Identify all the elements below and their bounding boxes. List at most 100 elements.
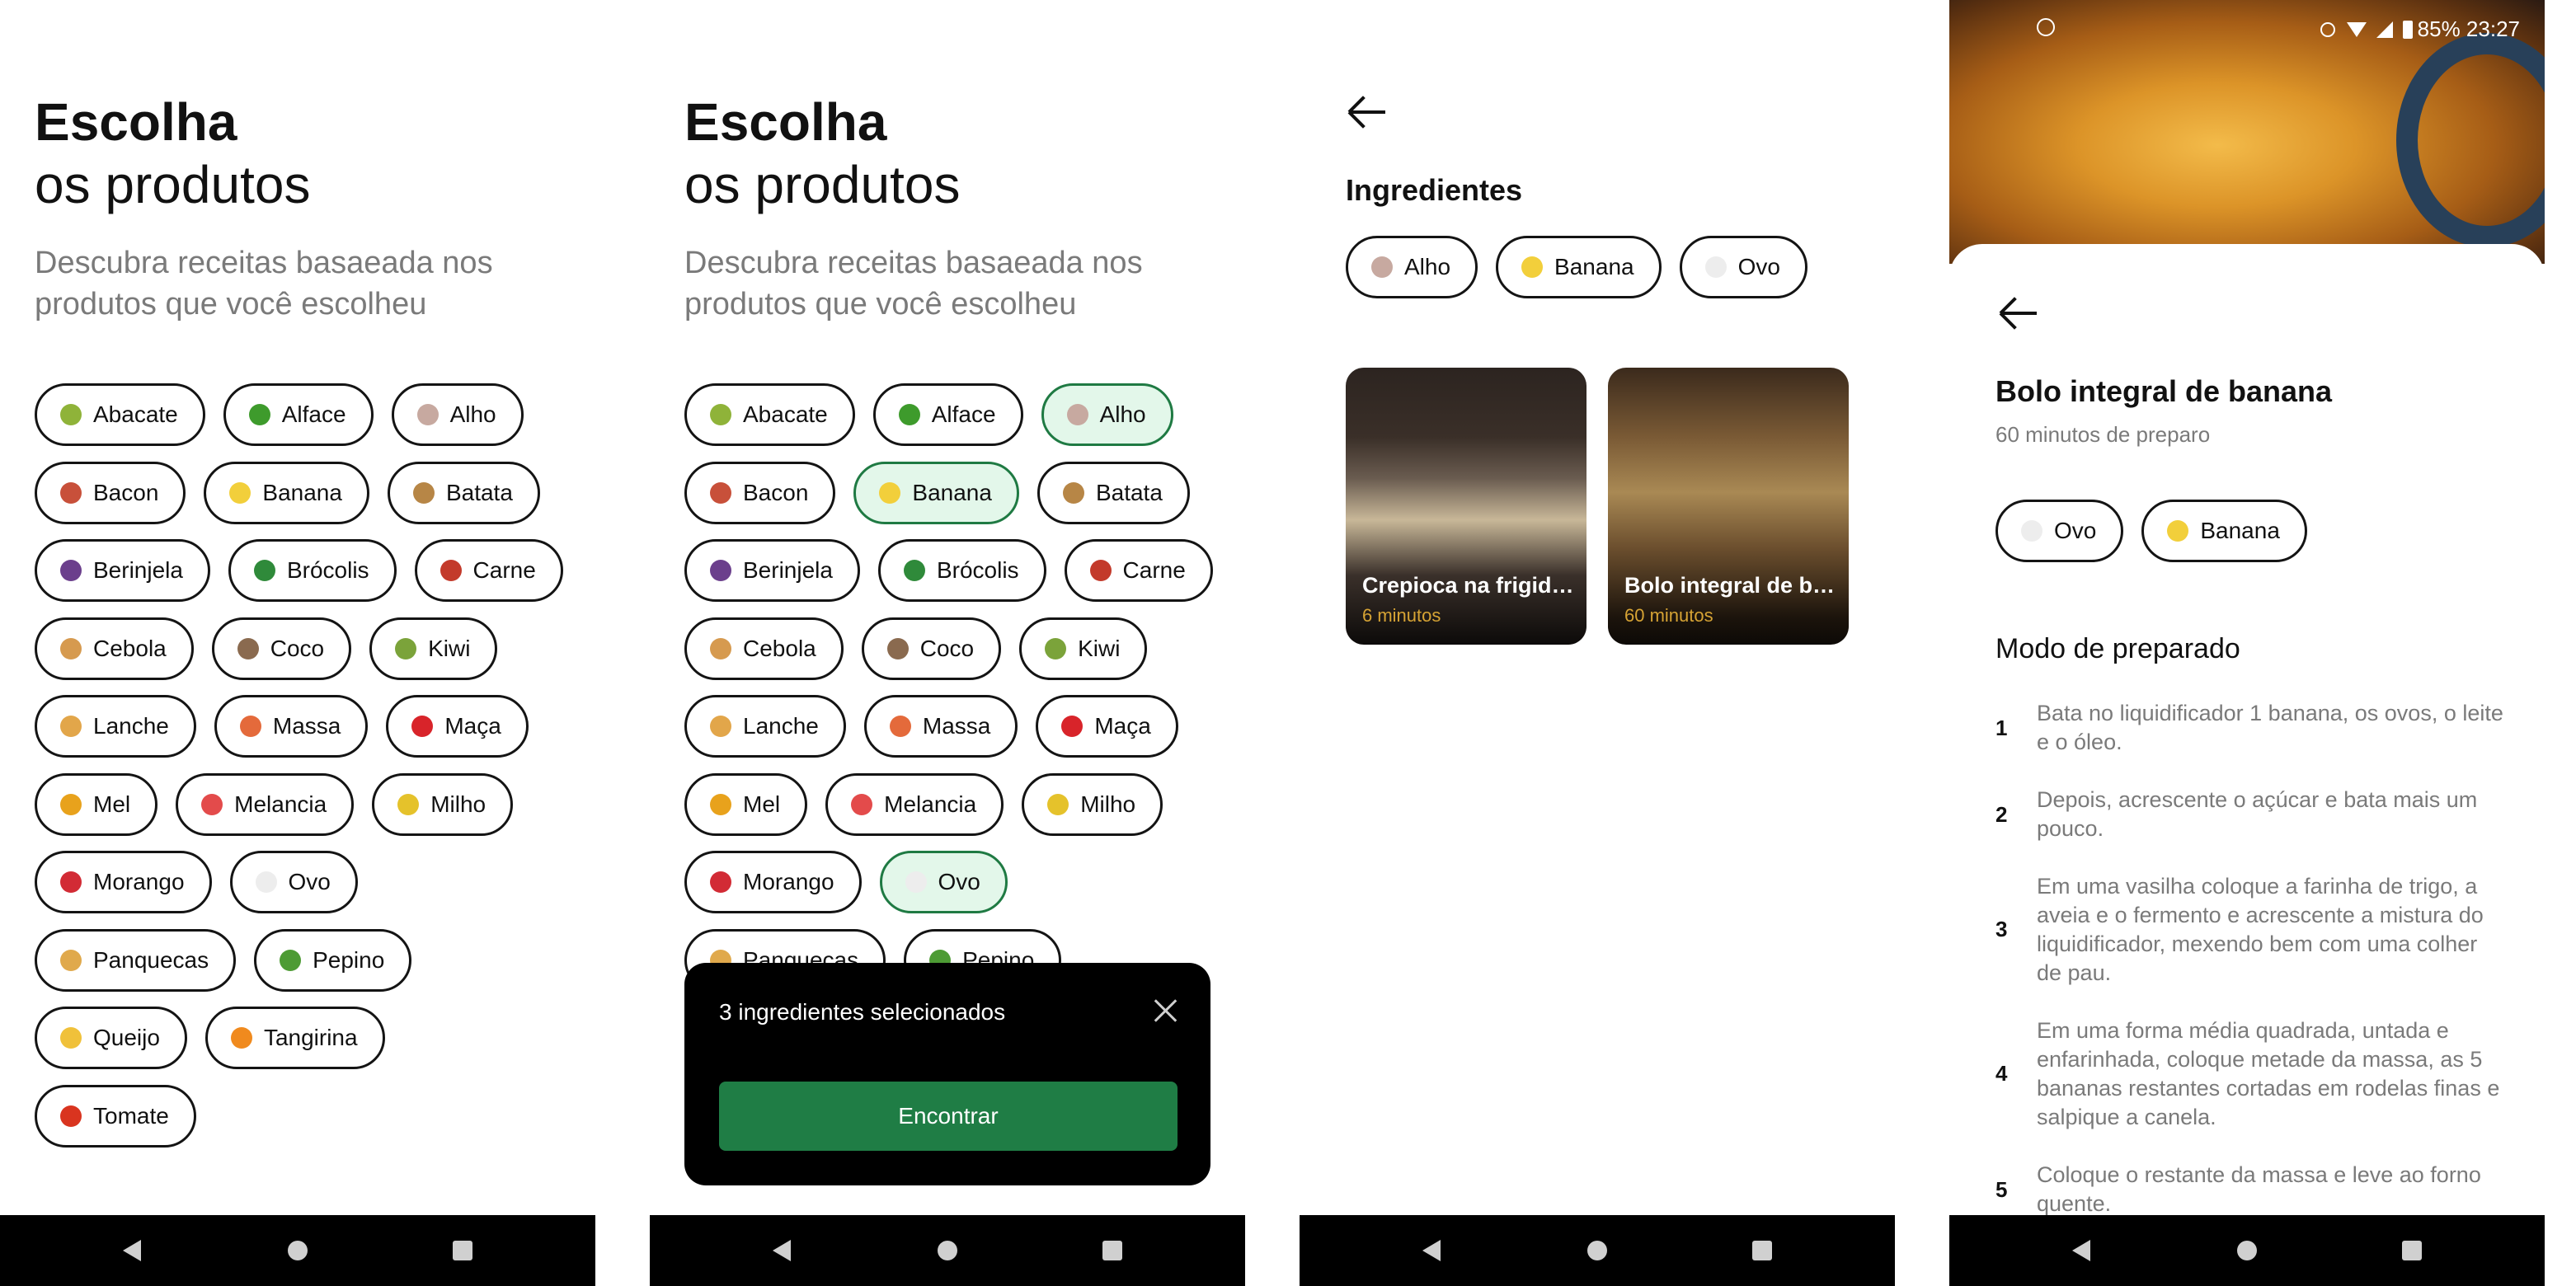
nav-recents-button[interactable] [421,1215,504,1286]
pancakes-icon [60,949,82,971]
ingredient-chip[interactable]: Alho [1041,383,1173,446]
back-arrow-icon[interactable] [1347,96,1387,129]
ingredient-chip[interactable]: Ovo [229,851,358,913]
chip-row: Abacate Alface Alho [35,383,579,446]
ingredient-chip[interactable]: Ovo [1995,500,2124,562]
nav-home-button[interactable] [1556,1215,1638,1286]
nav-home-button[interactable] [906,1215,989,1286]
ingredient-chip[interactable]: Banana [853,461,1019,524]
recipe-card[interactable]: Crepioca na frigid… 6 minutos [1346,368,1586,645]
ingredient-chip[interactable]: Ovo [879,851,1008,913]
ingredient-chip[interactable]: Alho [1346,236,1478,298]
ingredient-chip[interactable]: Berinjela [35,539,210,602]
ingredient-chip[interactable]: Morango [684,851,862,913]
ingredient-chip[interactable]: Alface [872,383,1023,446]
ingredient-chip[interactable]: Batata [1037,461,1190,524]
nav-recents-button[interactable] [1721,1215,1803,1286]
ingredient-chip[interactable]: Berinjela [684,539,860,602]
back-arrow-icon[interactable] [1999,297,2038,330]
kiwi-icon [1045,637,1067,659]
ingredient-chip[interactable]: Tangirina [204,1007,385,1069]
ingredient-chip-label: Banana [912,479,992,505]
lettuce-icon [248,404,270,425]
page-title-line1: Escolha [35,92,237,152]
sandwich-icon [710,716,731,737]
ingredient-chip[interactable]: Massa [863,695,1018,758]
ingredient-chip[interactable]: Coco [211,617,352,680]
chip-row: Bacon Banana Batata [35,461,579,524]
ingredient-chip[interactable]: Banana [204,461,369,524]
ingredient-chip[interactable]: Abacate [35,383,205,446]
ingredient-chip[interactable]: Carne [1064,539,1213,602]
home-circle-icon [938,1241,957,1260]
nav-back-button[interactable] [740,1215,823,1286]
ingredient-chip[interactable]: Queijo [35,1007,187,1069]
ingredient-chip[interactable]: Carne [414,539,563,602]
ingredient-chip[interactable]: Pepino [254,928,412,992]
ingredient-chip[interactable]: Massa [214,695,369,758]
ingredient-chip[interactable]: Mel [684,772,808,836]
nav-back-button[interactable] [91,1215,173,1286]
recipe-card-list: Crepioca na frigid… 6 minutos Bolo integ… [1346,368,1870,645]
page-title-line2: os produtos [35,155,311,214]
selected-ingredient-chips: Alho Banana Ovo [1346,236,1826,298]
kiwi-icon [395,637,417,659]
ingredient-chip[interactable]: Milho [372,772,514,836]
ingredient-chip[interactable]: Cebola [684,617,844,680]
ingredient-chip-label: Carne [472,557,536,583]
ingredient-chip[interactable]: Alho [391,383,524,446]
ingredient-chip[interactable]: Melancia [176,772,355,836]
watermelon-icon [851,793,873,815]
recipe-card[interactable]: Bolo integral de b… 60 minutos [1608,368,1849,645]
eggplant-icon [710,560,731,581]
ingredient-chip[interactable]: Milho [1022,772,1163,836]
close-icon[interactable] [1151,996,1181,1026]
ingredient-chip[interactable]: Lanche [35,695,196,758]
bacon-icon [60,481,82,504]
ingredient-chip[interactable]: Ovo [1679,236,1807,298]
ingredient-chip[interactable]: Mel [35,772,158,836]
ingredient-chip[interactable]: Kiwi [369,617,498,680]
nav-recents-button[interactable] [1071,1215,1154,1286]
onion-icon [710,637,731,659]
ingredient-chip[interactable]: Kiwi [1019,617,1148,680]
nav-back-button[interactable] [1390,1215,1473,1286]
ingredient-chip[interactable]: Brócolis [877,539,1046,602]
tangerine-icon [230,1027,252,1049]
back-triangle-icon [123,1240,141,1261]
onion-icon [60,637,82,659]
strawberry-icon [60,871,82,893]
nav-recents-button[interactable] [2371,1215,2453,1286]
ingredient-chip[interactable]: Brócolis [228,539,397,602]
ingredient-chip[interactable]: Abacate [684,383,855,446]
ingredient-chip[interactable]: Banana [2141,500,2307,562]
corn-icon [1047,793,1069,815]
recipe-card-name: Bolo integral de b… [1624,573,1836,598]
ingredient-chip[interactable]: Tomate [35,1084,196,1148]
ingredient-chip[interactable]: Lanche [684,695,846,758]
ingredient-chip[interactable]: Morango [35,851,212,913]
signal-icon [2376,21,2393,38]
ingredient-chip[interactable]: Coco [861,617,1002,680]
nav-home-button[interactable] [256,1215,339,1286]
ingredient-chip-list: Abacate Alface Alho Bacon Banana Batata Berinj… [35,383,579,1162]
ingredient-chip[interactable]: Batata [387,461,540,524]
nav-back-button[interactable] [2040,1215,2122,1286]
ingredient-chip[interactable]: Panquecas [35,928,237,992]
apple-icon [1061,716,1084,737]
ingredient-chip[interactable]: Bacon [35,461,186,524]
nav-home-button[interactable] [2206,1215,2288,1286]
chip-row: Mel Melancia Milho [684,772,1229,836]
step-text: Bata no liquidificador 1 banana, os ovos… [2037,701,2503,754]
ingredient-chip-label: Abacate [93,401,178,427]
ingredient-chip[interactable]: Maça [386,695,529,758]
ingredient-chip[interactable]: Cebola [35,617,194,680]
ingredient-chip[interactable]: Maça [1036,695,1178,758]
ingredient-chip[interactable]: Bacon [684,461,836,524]
ingredient-chip[interactable]: Banana [1496,236,1662,298]
find-recipes-button[interactable]: Encontrar [719,1082,1178,1151]
recents-square-icon [1752,1241,1772,1260]
ingredient-chip[interactable]: Alface [223,383,374,446]
ingredient-chip-label: Melancia [884,791,977,817]
ingredient-chip[interactable]: Melancia [825,772,1004,836]
